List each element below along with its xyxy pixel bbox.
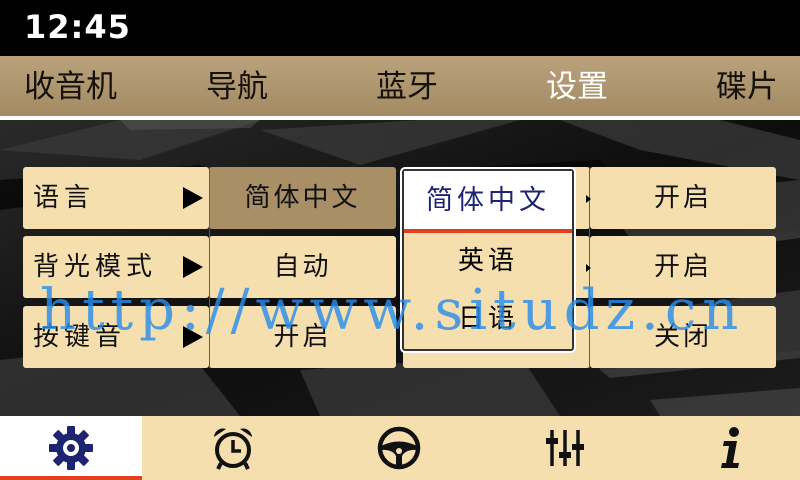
steering-wheel-icon <box>377 426 421 470</box>
setting-value-keytone[interactable]: 开启 <box>209 306 396 368</box>
setting-value-language[interactable]: 简体中文 <box>209 167 396 229</box>
dock-info-button[interactable] <box>660 416 800 480</box>
mini-arrow-icon <box>586 195 591 203</box>
arrow-right-icon <box>183 187 203 209</box>
setting-row-backlight[interactable]: 背光模式 <box>23 236 209 298</box>
tab-bluetooth[interactable]: 蓝牙 <box>376 56 438 116</box>
setting-right-value-3[interactable]: 关闭 <box>590 306 776 368</box>
language-dropdown[interactable]: 简体中文 英语 日语 <box>402 169 574 351</box>
tab-settings[interactable]: 设置 <box>546 56 608 116</box>
setting-label-keytone: 按键音 <box>33 322 127 352</box>
mini-arrow-icon <box>586 264 591 272</box>
equalizer-icon <box>546 430 584 466</box>
arrow-right-icon <box>183 256 203 278</box>
clock: 12:45 <box>24 8 131 46</box>
gear-icon <box>49 426 93 470</box>
top-nav: 收音机 导航 蓝牙 设置 碟片 <box>0 56 800 116</box>
info-icon <box>721 427 739 468</box>
alarm-clock-icon <box>214 428 252 470</box>
dropdown-selected-option[interactable]: 简体中文 <box>404 171 572 233</box>
dropdown-option-simplified-chinese[interactable]: 简体中文 <box>404 171 572 231</box>
dropdown-option-japanese[interactable]: 日语 <box>404 301 572 337</box>
bottom-dock <box>0 416 800 480</box>
dock-settings-button[interactable] <box>0 416 142 480</box>
setting-row-language[interactable]: 语言 <box>23 167 209 229</box>
tab-navigation[interactable]: 导航 <box>206 56 268 116</box>
tab-radio[interactable]: 收音机 <box>24 56 117 116</box>
dock-equalizer-button[interactable] <box>494 416 636 480</box>
setting-right-value-2[interactable]: 开启 <box>590 236 776 298</box>
setting-label-language: 语言 <box>33 183 96 213</box>
arrow-right-icon <box>183 326 203 348</box>
status-bar: 12:45 <box>0 0 800 56</box>
dock-alarm-button[interactable] <box>162 416 304 480</box>
dock-active-indicator <box>0 476 142 480</box>
setting-row-keytone[interactable]: 按键音 <box>23 306 209 368</box>
setting-right-value-1[interactable]: 开启 <box>590 167 776 229</box>
tab-disc[interactable]: 碟片 <box>716 56 778 116</box>
dropdown-option-english[interactable]: 英语 <box>404 243 572 279</box>
column-divider <box>209 167 210 368</box>
setting-label-backlight: 背光模式 <box>33 252 158 282</box>
setting-value-backlight[interactable]: 自动 <box>209 236 396 298</box>
dock-steering-button[interactable] <box>328 416 470 480</box>
